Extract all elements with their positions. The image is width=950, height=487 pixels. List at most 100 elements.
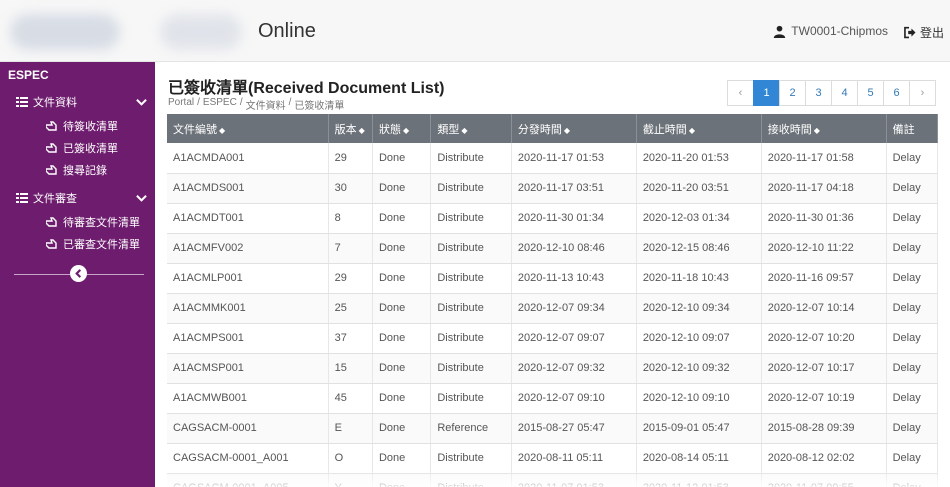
table-cell: 2015-08-28 09:39: [761, 413, 887, 444]
column-header[interactable]: 接收時間 ◆: [761, 114, 887, 143]
table-cell: 2020-12-07 10:20: [761, 323, 887, 354]
sidebar: ESPEC 文件資料 待簽收清單 已簽收清單 搜尋記錄 文件審查 待審查文件清單…: [0, 62, 155, 487]
sidebar-collapse-button[interactable]: [70, 265, 87, 282]
table-cell: 2020-12-10 09:34: [636, 293, 762, 324]
table-cell: 2020-11-17 04:18: [761, 173, 887, 204]
sidebar-item-reviewed[interactable]: 已審查文件清單: [46, 236, 140, 252]
table-cell: Distribute: [430, 233, 512, 264]
pagination-prev[interactable]: ‹: [727, 80, 754, 106]
pagination-page-1[interactable]: 1: [753, 80, 780, 106]
table-row[interactable]: A1ACMPS001 37 Done Distribute 2020-12-07 09:…: [167, 323, 939, 354]
table-cell: 2020-12-15 08:46: [636, 233, 762, 264]
sidebar-item-label: 待簽收清單: [63, 121, 118, 133]
breadcrumb-espec[interactable]: ESPEC: [203, 97, 237, 112]
column-header[interactable]: 版本 ◆: [328, 114, 373, 143]
table-cell: Delay: [886, 263, 939, 294]
column-header[interactable]: 狀態 ◆: [372, 114, 432, 143]
sidebar-item-pending-review[interactable]: 待審查文件清單: [46, 214, 140, 230]
table-row[interactable]: A1ACMLP001 29 Done Distribute 2020-11-13 10:…: [167, 263, 939, 294]
table-cell: 2020-12-10 09:07: [636, 323, 762, 354]
pagination-page-5[interactable]: 5: [857, 80, 884, 106]
sort-icon[interactable]: ◆: [403, 126, 409, 135]
sort-icon[interactable]: ◆: [814, 126, 820, 135]
sidebar-item-received[interactable]: 已簽收清單: [46, 140, 118, 156]
sidebar-item-search-log[interactable]: 搜尋記錄: [46, 162, 107, 178]
sort-icon[interactable]: ◆: [359, 126, 365, 135]
pagination-page-6[interactable]: 6: [883, 80, 910, 106]
sidebar-item-label: 搜尋記錄: [63, 165, 107, 177]
table-cell: CAGSACM-0001_A005: [167, 473, 329, 487]
table-cell: Reference: [430, 413, 512, 444]
table-cell: A1ACMLP001: [167, 263, 329, 294]
page-title: 已簽收清單(Received Document List): [168, 80, 445, 97]
table-cell: Distribute: [430, 173, 512, 204]
column-header[interactable]: 分發時間 ◆: [511, 114, 637, 143]
pagination-page-3[interactable]: 3: [805, 80, 832, 106]
column-header-label: 版本: [334, 123, 357, 136]
logout-icon: [904, 26, 916, 39]
logout-button[interactable]: 登出: [902, 24, 944, 41]
pagination-page-4[interactable]: 4: [831, 80, 858, 106]
sidebar-group-document-data[interactable]: 文件資料: [16, 94, 151, 110]
sort-icon[interactable]: ◆: [689, 126, 695, 135]
table-cell: Distribute: [430, 263, 512, 294]
sidebar-group-document-review[interactable]: 文件審查: [16, 190, 151, 206]
table-cell: 2020-11-20 03:51: [636, 173, 762, 204]
table-cell: Done: [372, 233, 432, 264]
table-cell: Y: [328, 473, 373, 487]
user-menu[interactable]: TW0001-Chipmos: [773, 24, 888, 38]
table-row[interactable]: CAGSACM-0001 E Done Reference 2015-08-27 05:…: [167, 413, 939, 444]
table-cell: Delay: [886, 353, 939, 384]
table-cell: 2020-12-07 10:14: [761, 293, 887, 324]
table-cell: 2020-08-11 05:11: [511, 443, 637, 474]
sidebar-item-label: 待審查文件清單: [63, 217, 140, 229]
breadcrumb-document-data[interactable]: 文件資料: [246, 97, 286, 112]
column-header[interactable]: 備註: [886, 114, 939, 143]
table-cell: Delay: [886, 473, 939, 487]
breadcrumb-current: 已簽收清單: [294, 101, 345, 112]
table-cell: 2020-12-10 08:46: [511, 233, 637, 264]
column-header[interactable]: 截止時間 ◆: [636, 114, 762, 143]
table-cell: 29: [328, 143, 373, 174]
pagination-next[interactable]: ›: [909, 80, 936, 106]
table-cell: 45: [328, 383, 373, 414]
table-row[interactable]: A1ACMFV002 7 Done Distribute 2020-12-10 08:4…: [167, 233, 939, 264]
table-row[interactable]: A1ACMWB001 45 Done Distribute 2020-12-07 09:…: [167, 383, 939, 414]
sort-icon[interactable]: ◆: [219, 126, 225, 135]
column-header-label: 截止時間: [642, 123, 687, 136]
table-cell: Delay: [886, 293, 939, 324]
table-row[interactable]: A1ACMDA001 29 Done Distribute 2020-11-17 01:…: [167, 143, 939, 174]
user-name: TW0001-Chipmos: [791, 24, 888, 38]
table-cell: 2020-11-07 09:55: [761, 473, 887, 487]
table-cell: 2020-12-10 09:32: [636, 353, 762, 384]
table-cell: 2020-11-17 01:53: [511, 143, 637, 174]
breadcrumb-separator: /: [197, 97, 200, 108]
table-cell: 2020-08-12 02:02: [761, 443, 887, 474]
table-cell: Delay: [886, 443, 939, 474]
sort-icon[interactable]: ◆: [564, 126, 570, 135]
column-header[interactable]: 類型 ◆: [430, 114, 512, 143]
table-cell: Delay: [886, 203, 939, 234]
pagination: ‹ 1 2 3 4 5 6 ›: [727, 80, 936, 106]
column-header[interactable]: 文件編號 ◆: [167, 114, 329, 143]
pagination-page-2[interactable]: 2: [779, 80, 806, 106]
table-row[interactable]: A1ACMDT001 8 Done Distribute 2020-11-30 01:3…: [167, 203, 939, 234]
table-row[interactable]: A1ACMMK001 25 Done Distribute 2020-12-07 09:…: [167, 293, 939, 324]
table-cell: Distribute: [430, 293, 512, 324]
table-cell: A1ACMPS001: [167, 323, 329, 354]
breadcrumb-portal[interactable]: Portal: [168, 97, 194, 112]
received-document-table: 文件編號 ◆ 版本 ◆ 狀態 ◆ 類型 ◆ 分發時間 ◆ 截止時間 ◆ 接收時間 ◆ 備註 A1ACMDA0…: [167, 114, 939, 487]
table-cell: 2020-12-10 11:22: [761, 233, 887, 264]
table-row[interactable]: A1ACMSP001 15 Done Distribute 2020-12-07 09:…: [167, 353, 939, 384]
hand-pointer-icon: [46, 165, 57, 175]
column-header-label: 類型: [437, 123, 460, 136]
table-cell: Distribute: [430, 323, 512, 354]
table-cell: 8: [328, 203, 373, 234]
table-row[interactable]: CAGSACM-0001_A001 O Done Distribute 2020-08-…: [167, 443, 939, 474]
table-cell: A1ACMMK001: [167, 293, 329, 324]
table-row[interactable]: CAGSACM-0001_A005YDoneDistribute2020-11-…: [167, 473, 939, 487]
sort-icon[interactable]: ◆: [461, 126, 467, 135]
table-row[interactable]: A1ACMDS001 30 Done Distribute 2020-11-17 03:…: [167, 173, 939, 204]
table-cell: 2020-12-03 01:34: [636, 203, 762, 234]
sidebar-item-pending-receipt[interactable]: 待簽收清單: [46, 118, 118, 134]
